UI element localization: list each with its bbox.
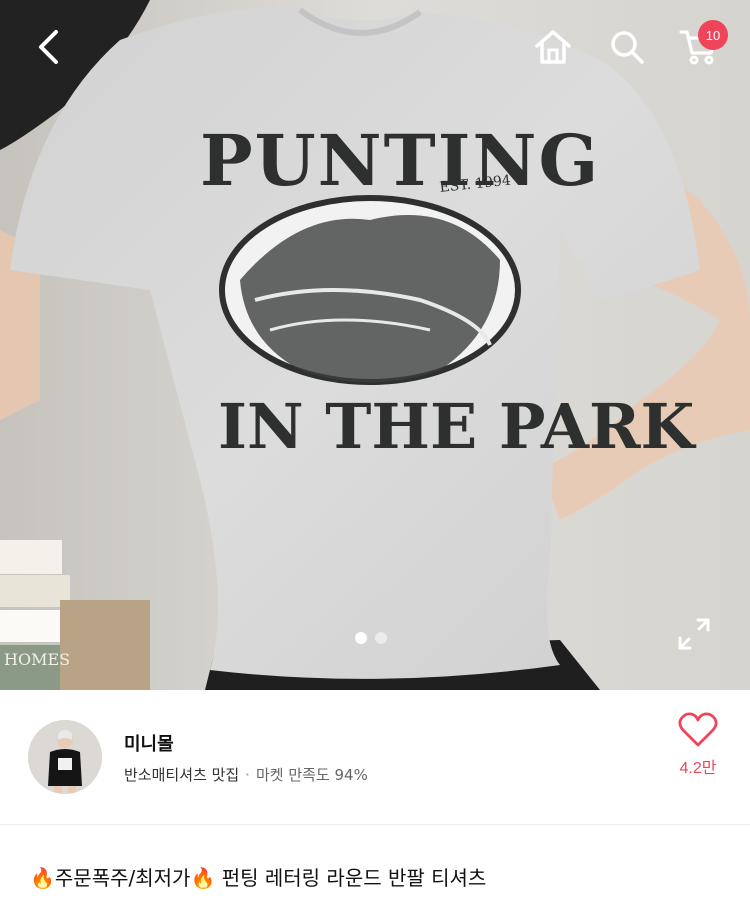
product-photo: PUNTING EST. 1994 IN THE PARK HOMES [0,0,750,690]
market-satisfaction: 마켓 만족도 94% [255,766,368,784]
seller-avatar-image [28,720,102,794]
seller-tagline: 반소매티셔츠 맛집 [124,766,240,784]
image-pagination [355,632,387,644]
home-icon [535,30,571,64]
like-count: 4.2만 [679,760,717,777]
seller-meta: 반소매티셔츠 맛집 · 마켓 만족도 94% [124,764,368,785]
seller-info[interactable]: 미니몰 반소매티셔츠 맛집 · 마켓 만족도 94% 4.2만 [0,690,750,825]
heart-icon [678,712,718,747]
meta-separator: · [245,766,250,784]
page-dot-active[interactable] [355,632,367,644]
product-image[interactable]: PUNTING EST. 1994 IN THE PARK HOMES 10 [0,0,750,690]
home-button[interactable] [528,22,578,72]
like-button[interactable]: 4.2만 [672,712,724,798]
book-spine-text: HOMES [4,650,70,669]
page-dot[interactable] [375,632,387,644]
search-icon [611,31,644,64]
back-button[interactable] [24,22,74,72]
search-button[interactable] [602,22,652,72]
chevron-left-icon [39,30,58,64]
seller-avatar[interactable] [28,720,102,794]
seller-name[interactable]: 미니몰 [124,730,174,756]
cart-count-badge: 10 [698,20,728,50]
fullscreen-button[interactable] [672,612,716,656]
print-bottom-text: IN THE PARK [218,390,697,463]
product-title: 🔥주문폭주/최저가🔥 펀팅 레터링 라운드 반팔 티셔츠 [30,866,487,890]
expand-icon [678,618,710,650]
print-top-text: PUNTING [200,119,600,202]
